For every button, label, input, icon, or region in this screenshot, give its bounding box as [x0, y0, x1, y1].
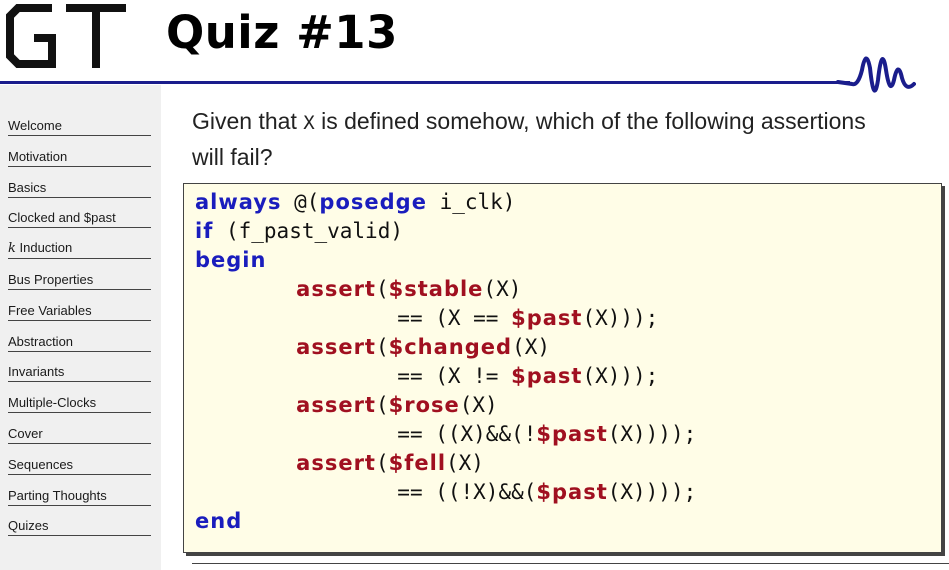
code-listing: always @(posedge i_clk) if (f_past_valid…: [195, 190, 697, 533]
sidebar-item-welcome[interactable]: Welcome: [8, 116, 151, 136]
sidebar-nav: Welcome Motivation Basics Clocked and $p…: [8, 116, 151, 537]
code-block: always @(posedge i_clk) if (f_past_valid…: [183, 183, 942, 553]
sidebar-item-bus-properties[interactable]: Bus Properties: [8, 259, 151, 290]
sidebar-item-parting-thoughts[interactable]: Parting Thoughts: [8, 475, 151, 506]
gt-logo: GT: [4, 2, 126, 68]
sidebar-item-k-induction[interactable]: k Induction: [8, 228, 151, 260]
slide-title: Quiz #13: [166, 6, 398, 59]
sidebar-item-cover[interactable]: Cover: [8, 413, 151, 444]
sidebar: Welcome Motivation Basics Clocked and $p…: [0, 85, 161, 570]
sidebar-item-motivation[interactable]: Motivation: [8, 136, 151, 167]
sidebar-item-invariants[interactable]: Invariants: [8, 352, 151, 383]
sidebar-item-sequences[interactable]: Sequences: [8, 444, 151, 475]
logo-text: GT: [4, 2, 6, 3]
sidebar-item-clocked-and-past[interactable]: Clocked and $past: [8, 198, 151, 229]
sidebar-item-basics[interactable]: Basics: [8, 167, 151, 198]
header-rule: [0, 81, 850, 84]
sidebar-item-multiple-clocks[interactable]: Multiple-Clocks: [8, 382, 151, 414]
bottom-rule: [192, 563, 949, 564]
sidebar-item-quizes[interactable]: Quizes: [8, 506, 151, 537]
sidebar-item-abstraction[interactable]: Abstraction: [8, 321, 151, 352]
inline-code: X: [303, 112, 315, 134]
question-text: Given that X is defined somehow, which o…: [192, 108, 866, 170]
sidebar-item-free-variables[interactable]: Free Variables: [8, 290, 151, 321]
